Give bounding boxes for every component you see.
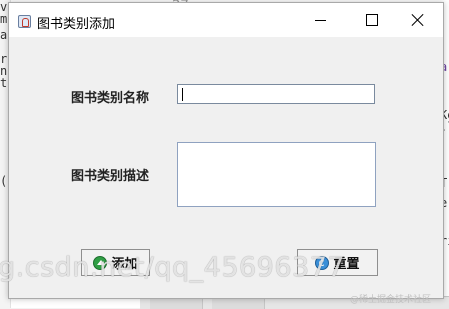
minimize-icon bbox=[314, 19, 326, 21]
category-name-input[interactable] bbox=[177, 84, 375, 104]
maximize-button[interactable] bbox=[349, 3, 395, 37]
ide-code-fragment: t bbox=[0, 76, 8, 90]
csdn-watermark: g.csdn.net/qq_45696377 bbox=[0, 252, 346, 283]
close-icon bbox=[412, 14, 424, 26]
title-bar[interactable]: 图书类别添加 bbox=[9, 3, 443, 37]
ide-code-fragment: m bbox=[0, 12, 8, 26]
juejin-watermark: @稀土掘金技术社区 bbox=[350, 295, 432, 305]
maximize-icon bbox=[366, 14, 378, 26]
close-button[interactable] bbox=[395, 3, 441, 37]
category-name-label: 图书类别名称 bbox=[71, 91, 150, 106]
category-description-label: 图书类别描述 bbox=[71, 169, 150, 184]
text-caret bbox=[182, 88, 183, 101]
category-description-textarea[interactable] bbox=[177, 142, 376, 207]
minimize-button[interactable] bbox=[297, 3, 343, 37]
window-title: 图书类别添加 bbox=[37, 17, 116, 32]
ide-code-fragment: a bbox=[0, 28, 8, 42]
java-app-icon bbox=[18, 15, 31, 28]
